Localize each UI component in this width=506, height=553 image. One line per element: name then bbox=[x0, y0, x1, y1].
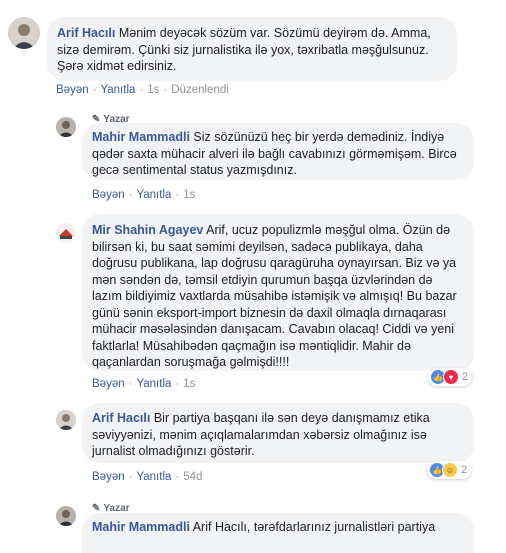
comment-bubble: Arif Hacılı Bir partiya başqanı ilə sən … bbox=[82, 403, 474, 463]
comment-time[interactable]: 1s bbox=[147, 84, 159, 96]
reply-button[interactable]: Yanıtla bbox=[100, 84, 135, 96]
avatar-photo-icon bbox=[56, 410, 76, 430]
reaction-summary[interactable]: 👍 ☺ 2 bbox=[427, 461, 472, 479]
comment-author[interactable]: Mahir Mammadli bbox=[92, 520, 190, 534]
reply-button[interactable]: Yanıtla bbox=[136, 189, 171, 201]
reaction-count: 2 bbox=[462, 371, 469, 383]
comment-time[interactable]: 1s bbox=[183, 189, 195, 201]
avatar[interactable] bbox=[56, 223, 76, 243]
comment-bubble: Arif Hacılı Mənim deyəcək sözüm var. Söz… bbox=[47, 17, 457, 81]
comment-time[interactable]: 1s bbox=[183, 378, 195, 390]
comment-author[interactable]: Arif Hacılı bbox=[92, 411, 150, 425]
avatar[interactable] bbox=[56, 506, 76, 526]
like-button[interactable]: Bəyən bbox=[92, 471, 125, 483]
comment-time[interactable]: 54d bbox=[183, 471, 202, 483]
haha-reaction-icon: ☺ bbox=[442, 462, 458, 478]
avatar[interactable] bbox=[56, 117, 76, 137]
love-reaction-icon: ♥ bbox=[443, 369, 459, 385]
comment-bubble: Mahir Mammadli Siz sözünüzü heç bir yerd… bbox=[82, 123, 474, 180]
comment-actions: Bəyən · Yanıtla · 1s · Düzenlendi bbox=[56, 84, 229, 96]
like-button[interactable]: Bəyən bbox=[92, 189, 125, 201]
comment-author[interactable]: Arif Hacılı bbox=[57, 26, 115, 40]
avatar-photo-icon bbox=[8, 17, 40, 49]
avatar[interactable] bbox=[56, 410, 76, 430]
avatar[interactable] bbox=[8, 17, 40, 49]
avatar-photo-icon bbox=[56, 117, 76, 137]
comment-bubble: Mir Shahin Agayev Arif, ucuz populizmlə … bbox=[82, 214, 474, 371]
like-button[interactable]: Bəyən bbox=[56, 84, 89, 96]
reply-button[interactable]: Yanıtla bbox=[136, 471, 171, 483]
comment-text: Arif, ucuz populizmlə məşğul olma. Özün … bbox=[92, 223, 457, 369]
comment-actions: Bəyən · Yanıtla · 54d bbox=[92, 471, 203, 483]
reply-button[interactable]: Yanıtla bbox=[136, 378, 171, 390]
like-button[interactable]: Bəyən bbox=[92, 378, 125, 390]
reaction-count: 2 bbox=[461, 464, 468, 476]
comment-author[interactable]: Mahir Mammadli bbox=[92, 130, 190, 144]
comment-bubble: Mahir Mammadli Arif Hacılı, tərəfdarları… bbox=[82, 513, 474, 553]
comment-actions: Bəyən · Yanıtla · 1s bbox=[92, 189, 196, 201]
comment-actions: Bəyən · Yanıtla · 1s bbox=[92, 378, 196, 390]
comment-author[interactable]: Mir Shahin Agayev bbox=[92, 223, 203, 237]
avatar-photo-icon bbox=[56, 223, 76, 243]
reaction-summary[interactable]: 👍 ♥ 2 bbox=[428, 368, 473, 386]
comment-text: Arif Hacılı, tərəfdarlarınız jurnalistlə… bbox=[189, 520, 436, 534]
edited-label[interactable]: Düzenlendi bbox=[171, 84, 229, 96]
avatar-photo-icon bbox=[56, 506, 76, 526]
